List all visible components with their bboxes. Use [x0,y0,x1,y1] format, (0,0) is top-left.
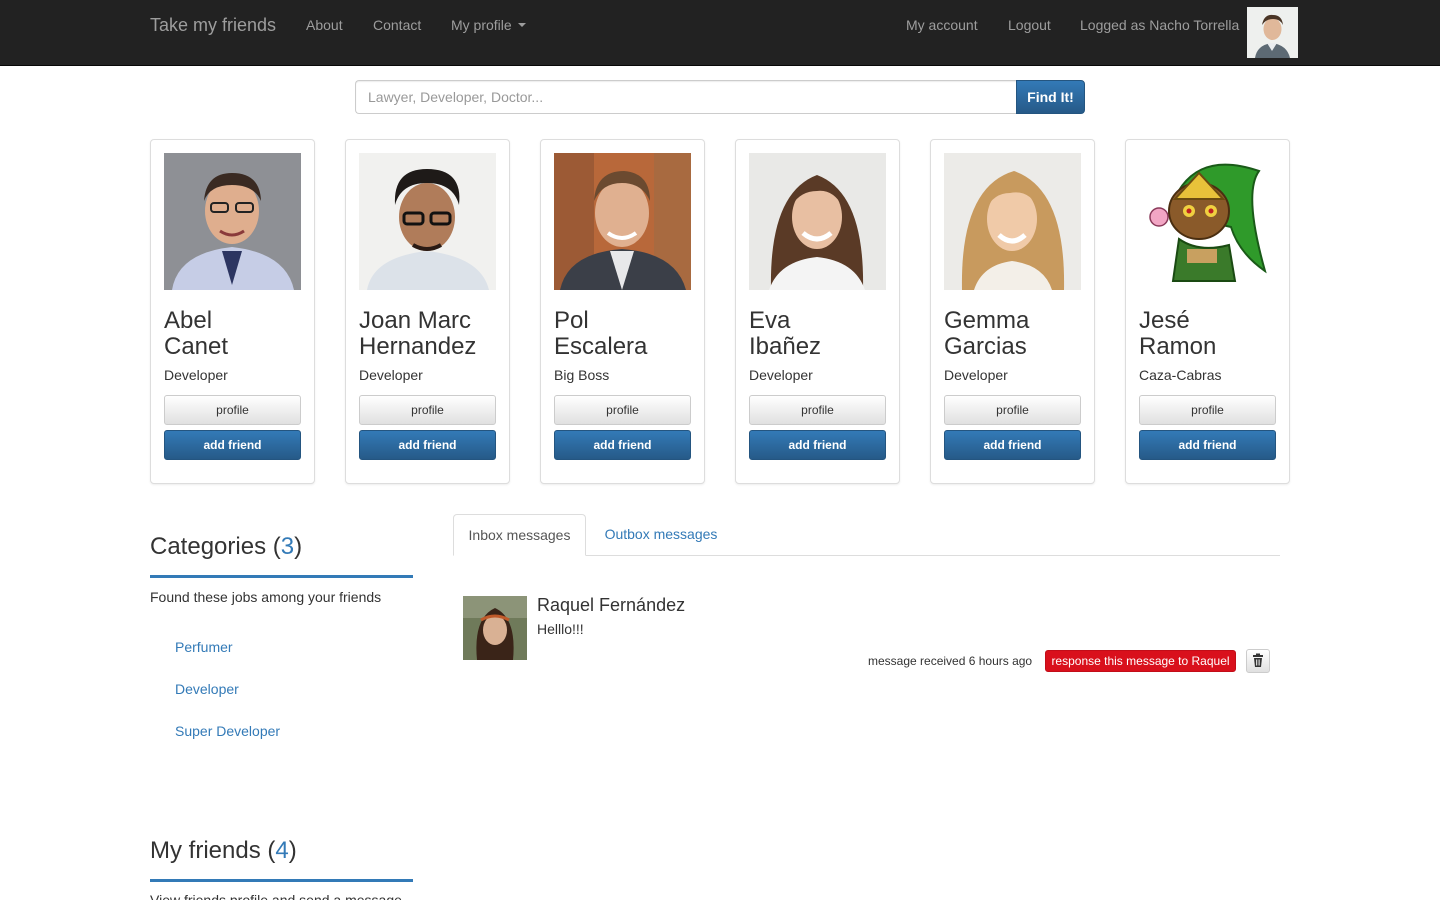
nav-my-profile-dropdown[interactable]: My profile [451,15,526,35]
navbar: Take my friends About Contact My profile… [0,0,1440,66]
person-photo [1139,153,1276,290]
nav-contact[interactable]: Contact [373,15,421,35]
categories-description: Found these jobs among your friends [150,589,382,605]
profile-button[interactable]: profile [1139,395,1276,425]
nav-logout[interactable]: Logout [1008,15,1051,35]
person-last-name: Canet [164,333,229,360]
person-photo [359,153,496,290]
person-card: Abel Canet Developer profile add friend [150,139,315,484]
categories-title: Categories (3) [150,533,303,560]
person-last-name: Ramon [1139,333,1217,360]
person-name: Pol Escalera [554,308,699,360]
person-job: Developer [749,367,813,383]
person-card: Eva Ibañez Developer profile add friend [735,139,900,484]
logged-user-text: Logged as Nacho Torrella [1080,17,1240,33]
tab-outbox[interactable]: Outbox messages [590,514,732,556]
person-first-name: Eva [749,307,791,334]
person-card: Gemma Garcias Developer profile add frien… [930,139,1095,484]
person-name: Abel Canet [164,308,309,360]
friends-title-text: My friends [150,837,261,864]
delete-message-button[interactable] [1246,649,1270,673]
person-job: Developer [944,367,1008,383]
person-last-name: Garcias [944,333,1027,360]
person-name: Gemma Garcias [944,308,1089,360]
person-job: Caza-Cabras [1139,367,1222,383]
person-last-name: Hernandez [359,333,477,360]
person-card: Joan Marc Hernandez Developer profile add… [345,139,510,484]
person-last-name: Ibañez [749,333,822,360]
profile-button[interactable]: profile [944,395,1081,425]
add-friend-button[interactable]: add friend [554,430,691,460]
add-friend-button[interactable]: add friend [749,430,886,460]
person-card: Jesé Ramon Caza-Cabras profile add friend [1125,139,1290,484]
category-link[interactable]: Perfumer [175,637,233,657]
message-time: message received 6 hours ago [868,654,1033,668]
person-name: Eva Ibañez [749,308,894,360]
person-name: Joan Marc Hernandez [359,308,504,360]
person-first-name: Pol [554,307,589,334]
search-input[interactable] [355,80,1017,114]
person-photo [749,153,886,290]
profile-button[interactable]: profile [359,395,496,425]
brand-link[interactable]: Take my friends [150,13,276,37]
search-bar: Find It! [355,80,1085,114]
nav-about[interactable]: About [306,15,343,35]
person-last-name: Escalera [554,333,648,360]
category-link[interactable]: Developer [175,679,239,699]
reply-button[interactable]: response this message to Raquel [1045,650,1236,672]
person-job: Developer [359,367,423,383]
add-friend-button[interactable]: add friend [359,430,496,460]
message-sender: Raquel Fernández [537,595,686,615]
nav-my-profile-label: My profile [451,17,512,33]
categories-divider [150,575,413,578]
person-job: Developer [164,367,228,383]
friends-title: My friends (4) [150,837,297,864]
nav-my-account[interactable]: My account [906,15,978,35]
friends-count: 4 [275,837,289,864]
add-friend-button[interactable]: add friend [944,430,1081,460]
add-friend-button[interactable]: add friend [164,430,301,460]
category-link[interactable]: Super Developer [175,721,280,741]
find-button[interactable]: Find It! [1016,80,1085,114]
message-text: Helllo!!! [537,621,584,637]
sender-avatar [463,596,527,660]
profile-button[interactable]: profile [164,395,301,425]
profile-button[interactable]: profile [749,395,886,425]
add-friend-button[interactable]: add friend [1139,430,1276,460]
person-job: Big Boss [554,367,610,383]
categories-count: 3 [280,533,295,560]
trash-icon [1253,653,1263,667]
person-card: Pol Escalera Big Boss profile add friend [540,139,705,484]
person-first-name: Gemma [944,307,1030,334]
person-first-name: Jesé [1139,307,1190,334]
caret-down-icon [517,23,526,28]
categories-title-text: Categories [150,533,267,560]
friends-divider [150,879,413,882]
person-first-name: Joan Marc [359,307,472,334]
profile-button[interactable]: profile [554,395,691,425]
person-photo [164,153,301,290]
person-photo [554,153,691,290]
person-photo [944,153,1081,290]
tab-inbox[interactable]: Inbox messages [453,514,586,556]
person-first-name: Abel [164,307,213,334]
friends-description: View friends profile and send a message [150,892,402,900]
user-avatar[interactable] [1247,7,1298,58]
person-name: Jesé Ramon [1139,308,1284,360]
